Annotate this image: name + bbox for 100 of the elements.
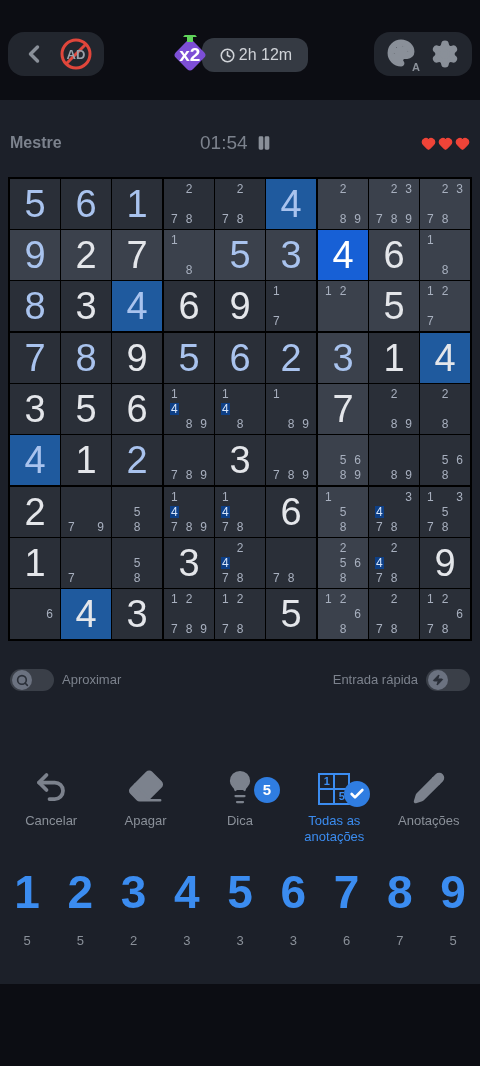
grid-cell[interactable]: 2 [10, 487, 60, 537]
grid-cell[interactable]: 1 [369, 333, 419, 383]
tool-button[interactable]: Anotações [383, 761, 474, 829]
grid-cell[interactable]: 1 2 6 7 8 [420, 589, 470, 639]
grid-cell[interactable]: 5 [10, 179, 60, 229]
grid-cell[interactable]: 3 [112, 589, 162, 639]
grid-cell[interactable]: 2 5 6 8 [318, 538, 368, 588]
grid-cell[interactable]: 3 [164, 538, 214, 588]
grid-cell[interactable]: 2 3 7 8 9 [369, 179, 419, 229]
number-button[interactable]: 7 6 [329, 867, 364, 951]
grid-cell[interactable]: 1 8 [420, 230, 470, 280]
number-button[interactable]: 9 5 [436, 867, 470, 951]
theme-button[interactable]: A [386, 38, 418, 70]
grid-cell[interactable]: 2 7 8 [369, 589, 419, 639]
tool-button[interactable]: Cancelar [6, 761, 97, 829]
grid-cell[interactable]: 7 [318, 384, 368, 434]
grid-cell[interactable]: 1 3 5 7 8 [420, 487, 470, 537]
grid-cell[interactable]: 7 [10, 333, 60, 383]
grid-cell[interactable]: 1 2 7 8 9 [164, 589, 214, 639]
grid-cell[interactable]: 7 8 9 [266, 435, 316, 485]
toggle-switch[interactable] [426, 669, 470, 691]
number-button[interactable]: 6 3 [276, 867, 311, 951]
grid-cell[interactable]: 1 [61, 435, 111, 485]
grid-cell[interactable]: 7 8 9 [164, 435, 214, 485]
grid-cell[interactable]: 3 [266, 230, 316, 280]
grid-cell[interactable]: 5 [164, 333, 214, 383]
grid-cell[interactable]: 1 2 [318, 281, 368, 331]
grid-cell[interactable]: 6 [215, 333, 265, 383]
grid-cell[interactable]: 6 [266, 487, 316, 537]
note-digit: 9 [199, 623, 208, 636]
grid-cell[interactable]: 6 [10, 589, 60, 639]
grid-cell[interactable]: 1 2 6 8 [318, 589, 368, 639]
grid-cell[interactable]: 7 8 [266, 538, 316, 588]
grid-cell[interactable]: 3 4 7 8 [369, 487, 419, 537]
tool-button[interactable]: 1 5 Todas as anotações [289, 761, 380, 845]
grid-cell[interactable]: 2 8 [420, 384, 470, 434]
grid-cell[interactable]: 2 [61, 230, 111, 280]
grid-cell[interactable]: 1 5 8 [318, 487, 368, 537]
grid-cell[interactable]: 1 4 8 [215, 384, 265, 434]
grid-cell[interactable]: 1 4 8 9 [164, 384, 214, 434]
grid-cell[interactable]: 7 9 [61, 487, 111, 537]
grid-cell[interactable]: 1 2 7 [420, 281, 470, 331]
grid-cell[interactable]: 5 [369, 281, 419, 331]
number-button[interactable]: 5 3 [223, 867, 257, 951]
grid-cell[interactable]: 4 [266, 179, 316, 229]
number-button[interactable]: 2 5 [63, 867, 98, 951]
grid-cell[interactable]: 3 [10, 384, 60, 434]
grid-cell[interactable]: 1 4 7 8 9 [164, 487, 214, 537]
grid-cell[interactable]: 2 [112, 435, 162, 485]
grid-cell[interactable]: 5 [215, 230, 265, 280]
grid-cell[interactable]: 8 [61, 333, 111, 383]
number-button[interactable]: 8 7 [382, 867, 417, 951]
grid-cell[interactable]: 5 8 [112, 538, 162, 588]
tool-button[interactable]: Apagar [100, 761, 191, 829]
grid-cell[interactable]: 1 2 7 8 [215, 589, 265, 639]
grid-cell[interactable]: 5 [266, 589, 316, 639]
settings-icon[interactable] [430, 39, 460, 69]
grid-cell[interactable]: 1 [10, 538, 60, 588]
grid-cell[interactable]: 9 [420, 538, 470, 588]
grid-cell[interactable]: 4 [112, 281, 162, 331]
number-button[interactable]: 1 5 [10, 867, 44, 951]
grid-cell[interactable]: 5 8 [112, 487, 162, 537]
grid-cell[interactable]: 6 [61, 179, 111, 229]
grid-cell[interactable]: 6 [369, 230, 419, 280]
grid-cell[interactable]: 4 [61, 589, 111, 639]
grid-cell[interactable]: 7 [112, 230, 162, 280]
grid-cell[interactable]: 9 [10, 230, 60, 280]
grid-cell[interactable]: 2 7 8 [164, 179, 214, 229]
grid-cell[interactable]: 3 [215, 435, 265, 485]
grid-cell[interactable]: 9 [112, 333, 162, 383]
grid-cell[interactable]: 9 [215, 281, 265, 331]
grid-cell[interactable]: 2 7 8 [215, 179, 265, 229]
grid-cell[interactable]: 2 8 9 [369, 384, 419, 434]
grid-cell[interactable]: 1 8 9 [266, 384, 316, 434]
grid-cell[interactable]: 8 9 [369, 435, 419, 485]
grid-cell[interactable]: 2 [266, 333, 316, 383]
grid-cell[interactable]: 2 8 9 [318, 179, 368, 229]
grid-cell[interactable]: 5 6 8 [420, 435, 470, 485]
grid-cell[interactable]: 1 4 7 8 [215, 487, 265, 537]
grid-cell[interactable]: 1 [112, 179, 162, 229]
grid-cell[interactable]: 3 [61, 281, 111, 331]
grid-cell[interactable]: 6 [164, 281, 214, 331]
grid-cell[interactable]: 1 7 [266, 281, 316, 331]
tool-button[interactable]: 5 Dica [194, 761, 285, 829]
toggle-switch[interactable] [10, 669, 54, 691]
grid-cell[interactable]: 8 [10, 281, 60, 331]
grid-cell[interactable]: 5 6 8 9 [318, 435, 368, 485]
grid-cell[interactable]: 3 [318, 333, 368, 383]
grid-cell[interactable]: 1 8 [164, 230, 214, 280]
grid-cell[interactable]: 4 [10, 435, 60, 485]
grid-cell[interactable]: 2 4 7 8 [215, 538, 265, 588]
grid-cell[interactable]: 7 [61, 538, 111, 588]
grid-cell[interactable]: 4 [420, 333, 470, 383]
grid-cell[interactable]: 4 [318, 230, 368, 280]
number-button[interactable]: 3 2 [116, 867, 151, 951]
number-button[interactable]: 4 3 [169, 867, 204, 951]
grid-cell[interactable]: 2 3 7 8 [420, 179, 470, 229]
grid-cell[interactable]: 2 4 7 8 [369, 538, 419, 588]
grid-cell[interactable]: 6 [112, 384, 162, 434]
grid-cell[interactable]: 5 [61, 384, 111, 434]
